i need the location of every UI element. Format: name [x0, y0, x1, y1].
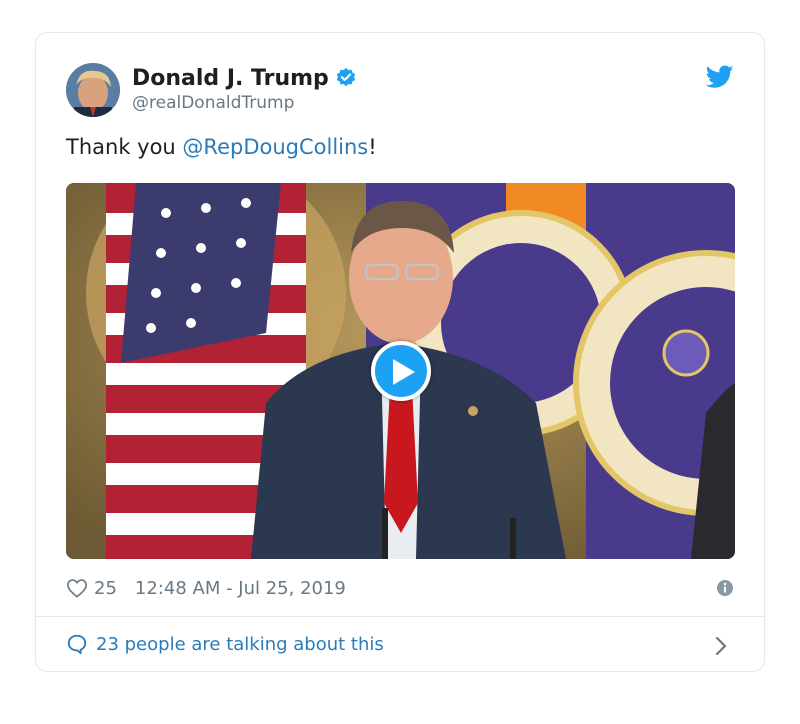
- avatar-image: [66, 63, 120, 117]
- verified-badge-icon: [335, 67, 357, 89]
- like-count: 25: [94, 577, 117, 599]
- talking-count-label: 23 people are talking about this: [96, 633, 384, 655]
- tweet-meta: 25 12:48 AM - Jul 25, 2019: [66, 573, 734, 603]
- play-button[interactable]: [371, 341, 431, 401]
- heart-icon: [67, 579, 87, 598]
- play-icon: [393, 359, 415, 385]
- author-handle[interactable]: @realDonaldTrump: [132, 93, 357, 113]
- tweet-header: Donald J. Trump @realDonaldTrump: [66, 63, 734, 119]
- author-display-name[interactable]: Donald J. Trump: [132, 66, 329, 91]
- info-icon[interactable]: [716, 579, 734, 597]
- footer-divider: [36, 616, 764, 617]
- tweet-text-suffix: !: [368, 135, 377, 159]
- conversation-link[interactable]: 23 people are talking about this: [66, 629, 734, 659]
- chevron-right-icon: [715, 636, 727, 656]
- like-action[interactable]: 25: [66, 578, 117, 599]
- tweet-text: Thank you @RepDougCollins!: [66, 135, 377, 159]
- speech-bubble-icon: [67, 634, 87, 655]
- video-thumbnail[interactable]: [66, 183, 735, 559]
- tweet-timestamp[interactable]: 12:48 AM - Jul 25, 2019: [135, 578, 346, 599]
- twitter-bird-icon[interactable]: [705, 65, 734, 89]
- author-avatar[interactable]: [66, 63, 120, 117]
- mention-link[interactable]: @RepDougCollins: [182, 135, 368, 159]
- author-names: Donald J. Trump @realDonaldTrump: [132, 65, 357, 113]
- tweet-text-prefix: Thank you: [66, 135, 183, 159]
- embedded-tweet-card: Donald J. Trump @realDonaldTrump Thank y…: [35, 32, 765, 672]
